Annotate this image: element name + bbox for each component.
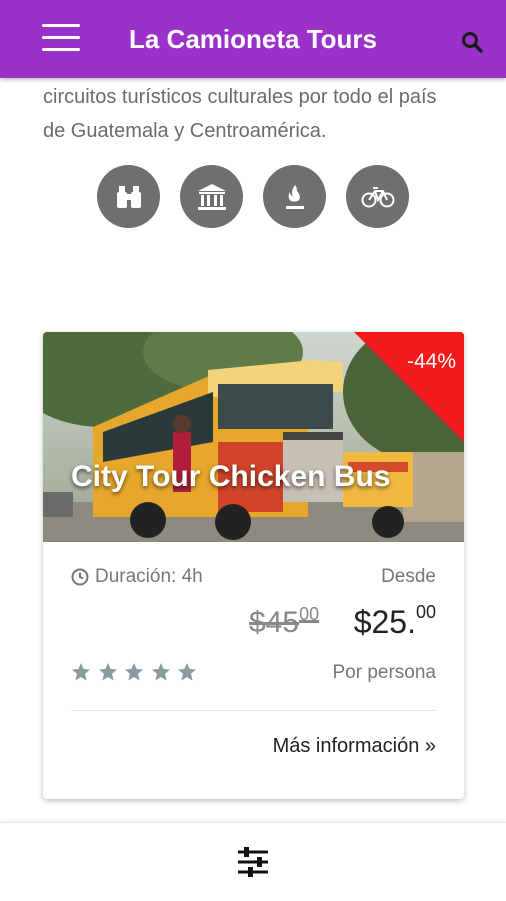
- filter-icon[interactable]: [236, 845, 270, 879]
- star-icon: [72, 663, 90, 681]
- new-price: $25.00: [353, 602, 436, 641]
- star-icon: [178, 663, 196, 681]
- volcano-icon[interactable]: [263, 165, 326, 228]
- museum-icon[interactable]: [180, 165, 243, 228]
- bicycle-icon[interactable]: [346, 165, 409, 228]
- old-price-main: $45: [249, 606, 300, 639]
- star-icon: [125, 663, 143, 681]
- per-person-label: Por persona: [332, 662, 436, 683]
- new-price-cents: 00: [415, 602, 436, 622]
- bottom-bar: [0, 822, 506, 901]
- star-icon: [151, 663, 170, 681]
- search-icon[interactable]: [460, 30, 486, 56]
- intro-text: circuitos turísticos culturales por todo…: [43, 86, 437, 142]
- more-info-link[interactable]: Más información »: [273, 735, 436, 758]
- rating-stars: [71, 662, 204, 682]
- discount-badge: -44%: [406, 350, 456, 373]
- new-price-main: $25.: [353, 604, 416, 640]
- old-price-cents: 00: [299, 604, 320, 624]
- card-divider: [71, 710, 436, 711]
- tour-duration: Duración: 4h: [71, 566, 203, 588]
- tour-image-chicken-bus: -44% City Tour Chicken Bus: [43, 332, 464, 542]
- tour-card[interactable]: -44% City Tour Chicken Bus Duración: 4h …: [43, 332, 464, 799]
- binoculars-icon[interactable]: [97, 165, 160, 228]
- star-icon: [98, 663, 117, 681]
- from-label: Desde: [381, 566, 436, 587]
- old-price: $4500: [249, 604, 320, 640]
- app-title: La Camioneta Tours: [128, 24, 377, 54]
- discount-ribbon: [354, 332, 464, 442]
- app-header: La Camioneta Tours: [0, 0, 506, 78]
- category-icons: [97, 165, 417, 229]
- tour-title: City Tour Chicken Bus: [71, 460, 391, 493]
- clock-icon: [71, 568, 89, 586]
- duration-label: Duración: 4h: [95, 566, 203, 587]
